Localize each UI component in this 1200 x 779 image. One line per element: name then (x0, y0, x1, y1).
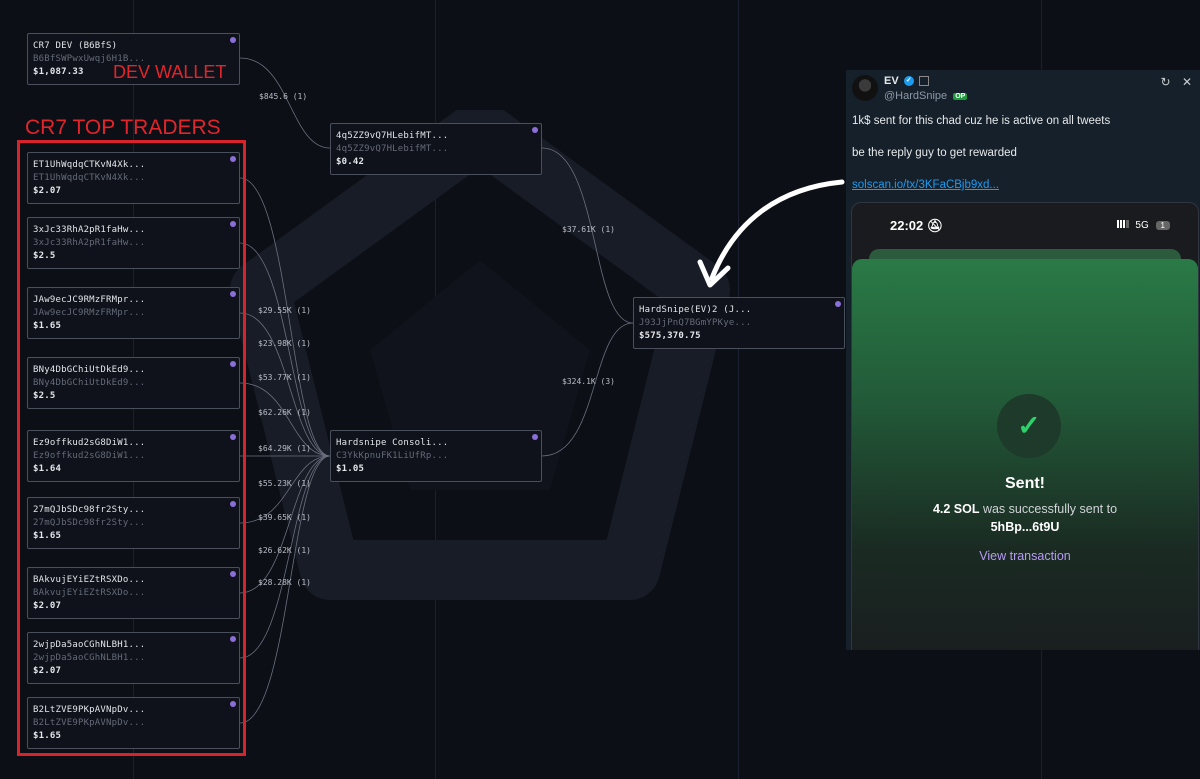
status-dot-icon (230, 37, 236, 43)
wallet-node-intermediate[interactable]: 4q5ZZ9vQ7HLebifMT... 4q5ZZ9vQ7HLebifMT..… (330, 123, 542, 175)
wallet-address: J93JjPnQ7BGmYPKye... (639, 318, 752, 328)
edge-label: $62.26K (1) (258, 408, 311, 417)
wallet-address: 4q5ZZ9vQ7HLebifMT... (336, 144, 449, 154)
edge-label: $324.1K (3) (562, 377, 615, 386)
edge-label: $29.55K (1) (258, 306, 311, 315)
tweet-handle-row: @HardSnipe OP (884, 90, 968, 102)
sent-message-text: was successfully sent to (979, 502, 1118, 516)
wallet-name: HardSnipe(EV)2 (J... (639, 305, 752, 315)
phone-status: 5G 1 (1116, 220, 1170, 231)
edge-intermediate-final (541, 147, 634, 324)
signal-icon (1116, 220, 1129, 228)
wallet-address: C3YkKpnuFK1LiUfRp... (336, 451, 449, 461)
wallet-node-consolidator[interactable]: Hardsnipe Consoli... C3YkKpnuFK1LiUfRp..… (330, 430, 542, 482)
wallet-balance: $575,370.75 (639, 331, 701, 341)
curved-arrow-icon (697, 179, 845, 288)
recipient-address: 5hBp...6t9U (990, 520, 1060, 534)
tweet-author-row: EV ✓ (884, 75, 929, 87)
edge-trader-consolidator (239, 242, 331, 457)
refresh-icon[interactable]: ↻ (1161, 75, 1171, 89)
battery-icon: 1 (1155, 221, 1170, 230)
wallet-name: 4q5ZZ9vQ7HLebifMT... (336, 131, 449, 141)
phone-clock: 22:02 🔕︎ (890, 218, 943, 234)
view-transaction-link[interactable]: View transaction (852, 549, 1198, 563)
tweet-handle[interactable]: @HardSnipe (884, 90, 947, 102)
top-traders-annotation: CR7 TOP TRADERS (25, 116, 221, 139)
tweet-text-line: 1k$ sent for this chad cuz he is active … (852, 115, 1111, 127)
close-icon[interactable]: ✕ (1182, 75, 1192, 89)
edge-label: $64.29K (1) (258, 444, 311, 453)
edge-label: $845.6 (1) (259, 92, 308, 101)
edge-label: $55.23K (1) (258, 479, 311, 488)
tweet-actions: ↻ ✕ (1153, 75, 1192, 89)
sent-amount: 4.2 SOL (932, 502, 980, 516)
edge-dev-intermediate (239, 57, 331, 149)
wallet-balance: $1.05 (336, 464, 365, 474)
edge-label: $37.61K (1) (562, 225, 615, 234)
network-type: 5G (1135, 220, 1149, 231)
phone-time: 22:02 (890, 218, 924, 233)
wallet-node-final[interactable]: HardSnipe(EV)2 (J... J93JjPnQ7BGmYPKye..… (633, 297, 845, 349)
edge-label: $23.98K (1) (258, 339, 311, 348)
affiliate-badge-icon (918, 76, 929, 87)
status-dot-icon (532, 434, 538, 440)
mute-bell-icon: 🔕︎ (926, 218, 944, 233)
edge-label: $26.62K (1) (258, 546, 311, 555)
edge-label: $39.65K (1) (258, 513, 311, 522)
edge-label: $28.28K (1) (258, 578, 311, 587)
solscan-link[interactable]: solscan.io/tx/3KFaCBjb9xd... (852, 179, 999, 191)
op-badge: OP (953, 92, 968, 100)
phone-screenshot: 22:02 🔕︎ 5G 1 ✓ Sent! 4.2 SOL was succes… (851, 202, 1199, 650)
status-dot-icon (532, 127, 538, 133)
traders-highlight-box (17, 140, 246, 756)
avatar[interactable] (852, 75, 878, 101)
wallet-name: CR7 DEV (B6BfS) (33, 41, 118, 51)
edge-trader-consolidator (239, 312, 331, 457)
status-dot-icon (835, 301, 841, 307)
verified-badge-icon: ✓ (903, 76, 914, 87)
sent-title: Sent! (1005, 475, 1045, 492)
tweet-card: EV ✓ @HardSnipe OP ↻ ✕ 1k$ sent for this… (846, 70, 1200, 650)
wallet-balance: $0.42 (336, 157, 365, 167)
edge-label: $53.77K (1) (258, 373, 311, 382)
sent-message: 4.2 SOL was successfully sent to (852, 502, 1198, 516)
checkmark-icon: ✓ (997, 394, 1061, 458)
edge-consolidator-final (541, 322, 634, 457)
wallet-name: Hardsnipe Consoli... (336, 438, 449, 448)
dev-wallet-annotation: DEV WALLET (113, 62, 227, 82)
tweet-author[interactable]: EV (884, 75, 899, 87)
tweet-text-line: be the reply guy to get rewarded (852, 147, 1017, 159)
sent-sheet: ✓ Sent! 4.2 SOL was successfully sent to… (852, 259, 1198, 650)
